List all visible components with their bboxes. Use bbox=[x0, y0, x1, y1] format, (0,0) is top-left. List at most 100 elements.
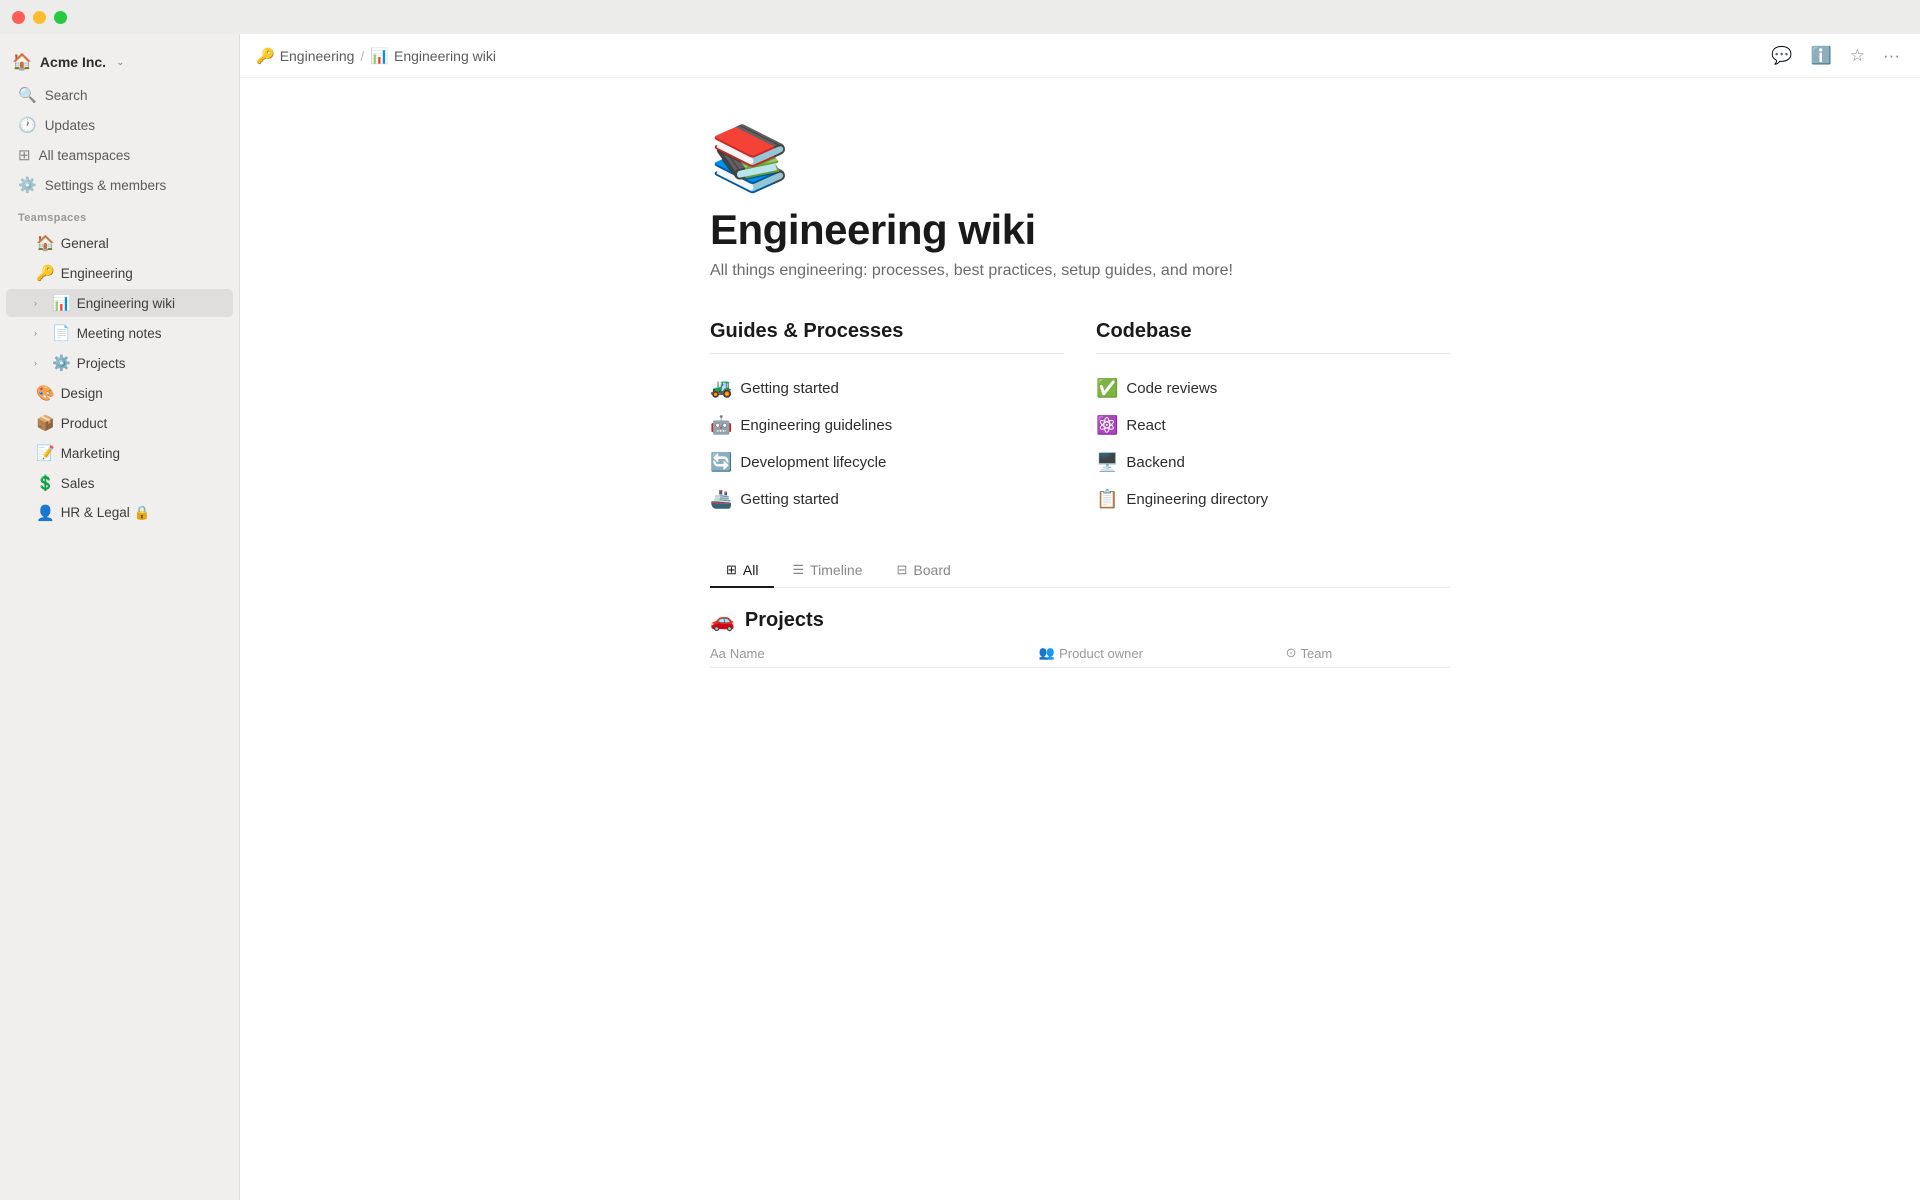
link-label: React bbox=[1126, 417, 1165, 434]
topbar-actions: 💬 ℹ️ ☆ ··· bbox=[1767, 42, 1904, 70]
workspace-switcher[interactable]: 🏠 Acme Inc. ⌄ bbox=[0, 44, 239, 80]
sidebar-item-label: Marketing bbox=[61, 446, 120, 461]
settings-icon: ⚙️ bbox=[18, 176, 37, 194]
info-button[interactable]: ℹ️ bbox=[1807, 42, 1836, 70]
sidebar-item-label: Product bbox=[61, 416, 108, 431]
tab-timeline-label: Timeline bbox=[810, 562, 862, 578]
codebase-section-title: Codebase bbox=[1096, 320, 1450, 354]
projects-header: 🚗 Projects bbox=[710, 608, 1450, 633]
sidebar-item-design[interactable]: 🎨 Design bbox=[6, 379, 233, 407]
link-code-reviews[interactable]: ✅ Code reviews bbox=[1096, 370, 1450, 407]
tab-board-label: Board bbox=[913, 562, 950, 578]
col-owner-label: Product owner bbox=[1059, 646, 1143, 661]
breadcrumb-separator: / bbox=[360, 48, 364, 64]
sidebar-item-product[interactable]: 📦 Product bbox=[6, 409, 233, 437]
hr-legal-emoji: 👤 bbox=[36, 504, 55, 522]
sidebar-item-label: General bbox=[61, 236, 109, 251]
page-title: Engineering wiki bbox=[710, 206, 1450, 254]
guides-section-title: Guides & Processes bbox=[710, 320, 1064, 354]
tab-timeline[interactable]: ☰ Timeline bbox=[776, 554, 878, 588]
general-emoji: 🏠 bbox=[36, 234, 55, 252]
sidebar-item-engineering[interactable]: 🔑 Engineering bbox=[6, 259, 233, 287]
col-owner-icon: 👥 bbox=[1039, 645, 1055, 661]
sidebar-item-sales[interactable]: 💲 Sales bbox=[6, 469, 233, 497]
chevron-right-icon: › bbox=[34, 298, 46, 308]
sidebar-item-general[interactable]: 🏠 General bbox=[6, 229, 233, 257]
link-development-lifecycle[interactable]: 🔄 Development lifecycle bbox=[710, 444, 1064, 481]
traffic-light-red[interactable] bbox=[12, 11, 25, 24]
link-engineering-guidelines[interactable]: 🤖 Engineering guidelines bbox=[710, 407, 1064, 444]
two-col-sections: Guides & Processes 🚜 Getting started 🤖 E… bbox=[710, 320, 1450, 518]
link-getting-started-2[interactable]: 🚢 Getting started bbox=[710, 481, 1064, 518]
product-emoji: 📦 bbox=[36, 414, 55, 432]
tabs-bar: ⊞ All ☰ Timeline ⊟ Board bbox=[710, 554, 1450, 588]
traffic-light-green[interactable] bbox=[54, 11, 67, 24]
col-team-icon: ⊙ bbox=[1286, 645, 1297, 661]
link-react[interactable]: ⚛️ React bbox=[1096, 407, 1450, 444]
sidebar-item-all-teamspaces[interactable]: ⊞ All teamspaces bbox=[6, 141, 233, 169]
link-emoji: 🖥️ bbox=[1096, 452, 1118, 473]
breadcrumb-wiki-emoji: 📊 bbox=[370, 47, 389, 65]
comment-button[interactable]: 💬 bbox=[1767, 42, 1796, 70]
link-label: Development lifecycle bbox=[740, 454, 886, 471]
meeting-notes-emoji: 📄 bbox=[52, 324, 71, 342]
link-label: Getting started bbox=[740, 491, 838, 508]
sidebar-item-label: Updates bbox=[45, 118, 95, 133]
sidebar-item-meeting-notes[interactable]: › 📄 Meeting notes bbox=[6, 319, 233, 347]
sidebar-item-search[interactable]: 🔍 Search bbox=[6, 81, 233, 109]
search-icon: 🔍 bbox=[18, 86, 37, 104]
main-content: 🔑 Engineering / 📊 Engineering wiki 💬 ℹ️ … bbox=[240, 0, 1920, 1200]
col-team-label: Team bbox=[1300, 646, 1332, 661]
link-emoji: 🔄 bbox=[710, 452, 732, 473]
sidebar-item-engineering-wiki[interactable]: › 📊 Engineering wiki bbox=[6, 289, 233, 317]
teamspaces-section-header: Teamspaces bbox=[0, 200, 239, 228]
link-engineering-directory[interactable]: 📋 Engineering directory bbox=[1096, 481, 1450, 518]
sidebar-item-label: Settings & members bbox=[45, 178, 167, 193]
link-emoji: ⚛️ bbox=[1096, 415, 1118, 436]
chevron-right-icon: › bbox=[34, 328, 46, 338]
sidebar-item-marketing[interactable]: 📝 Marketing bbox=[6, 439, 233, 467]
breadcrumb-wiki[interactable]: 📊 Engineering wiki bbox=[370, 47, 496, 65]
tab-all-label: All bbox=[743, 562, 759, 578]
sidebar-item-updates[interactable]: 🕐 Updates bbox=[6, 111, 233, 139]
page-icon: 📚 bbox=[710, 126, 1450, 190]
more-options-button[interactable]: ··· bbox=[1879, 42, 1904, 70]
projects-emoji: ⚙️ bbox=[52, 354, 71, 372]
sidebar: 🏠 Acme Inc. ⌄ 🔍 Search 🕐 Updates ⊞ All t… bbox=[0, 0, 240, 1200]
tab-all[interactable]: ⊞ All bbox=[710, 554, 774, 588]
wiki-emoji: 📊 bbox=[52, 294, 71, 312]
teamspaces-icon: ⊞ bbox=[18, 146, 31, 164]
traffic-light-yellow[interactable] bbox=[33, 11, 46, 24]
sidebar-item-label: Projects bbox=[77, 356, 126, 371]
workspace-name: Acme Inc. bbox=[40, 54, 106, 70]
link-label: Backend bbox=[1126, 454, 1184, 471]
sidebar-item-label: All teamspaces bbox=[39, 148, 131, 163]
favorite-button[interactable]: ☆ bbox=[1846, 42, 1869, 70]
window-chrome bbox=[0, 0, 1920, 34]
engineering-emoji: 🔑 bbox=[36, 264, 55, 282]
tab-all-icon: ⊞ bbox=[726, 562, 737, 578]
sidebar-item-label: HR & Legal 🔒 bbox=[61, 505, 151, 521]
col-header-product-owner: 👥 Product owner bbox=[1039, 645, 1286, 661]
sales-emoji: 💲 bbox=[36, 474, 55, 492]
link-getting-started-1[interactable]: 🚜 Getting started bbox=[710, 370, 1064, 407]
breadcrumb-engineering[interactable]: 🔑 Engineering bbox=[256, 47, 354, 65]
link-emoji: 🚢 bbox=[710, 489, 732, 510]
link-emoji: 🚜 bbox=[710, 378, 732, 399]
page-subtitle: All things engineering: processes, best … bbox=[710, 262, 1450, 280]
table-column-headers: Aa Name 👥 Product owner ⊙ Team bbox=[710, 645, 1450, 668]
sidebar-item-settings[interactable]: ⚙️ Settings & members bbox=[6, 171, 233, 199]
projects-heading-label: Projects bbox=[745, 609, 824, 632]
col-name-icon: Aa bbox=[710, 646, 726, 661]
guides-section: Guides & Processes 🚜 Getting started 🤖 E… bbox=[710, 320, 1064, 518]
link-emoji: 🤖 bbox=[710, 415, 732, 436]
col-header-name: Aa Name bbox=[710, 645, 1039, 661]
link-emoji: 📋 bbox=[1096, 489, 1118, 510]
tab-board[interactable]: ⊟ Board bbox=[881, 554, 967, 588]
updates-icon: 🕐 bbox=[18, 116, 37, 134]
breadcrumb-wiki-label: Engineering wiki bbox=[394, 48, 496, 64]
link-backend[interactable]: 🖥️ Backend bbox=[1096, 444, 1450, 481]
sidebar-item-projects[interactable]: › ⚙️ Projects bbox=[6, 349, 233, 377]
col-header-team: ⊙ Team bbox=[1286, 645, 1450, 661]
sidebar-item-hr-legal[interactable]: 👤 HR & Legal 🔒 bbox=[6, 499, 233, 527]
